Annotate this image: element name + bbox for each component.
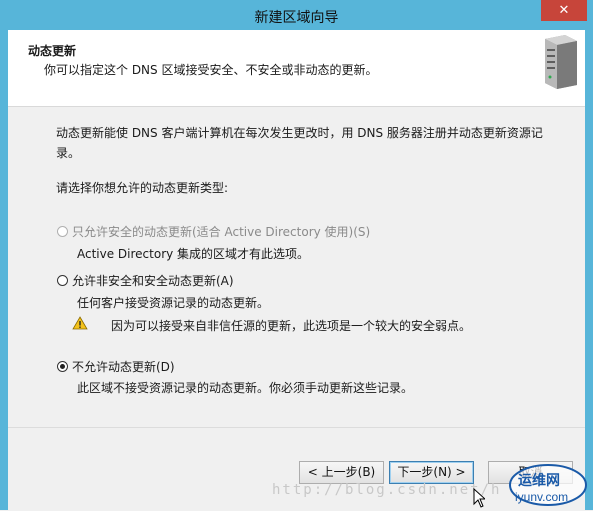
mouse-cursor-icon <box>473 488 485 508</box>
wizard-header: 动态更新 你可以指定这个 DNS 区域接受安全、不安全或非动态的更新。 <box>8 30 585 107</box>
wizard-footer: < 上一步(B) 下一步(N) > 取消 <box>8 427 585 511</box>
option-allow-all-label: 允许非安全和安全动态更新(A) <box>72 274 234 288</box>
option-secure-only-note: Active Directory 集成的区域才有此选项。 <box>77 247 310 261</box>
page-title: 动态更新 <box>28 44 77 58</box>
option-allow-all-note: 任何客户接受资源记录的动态更新。 <box>77 296 270 310</box>
radio-allow-all[interactable] <box>57 275 68 286</box>
logo-domain: iyunv.com <box>515 490 569 504</box>
option-no-updates-note: 此区域不接受资源记录的动态更新。你必须手动更新这些记录。 <box>77 381 414 395</box>
option-allow-all[interactable]: 允许非安全和安全动态更新(A) <box>57 272 234 289</box>
security-warning-text: 因为可以接受来自非信任源的更新，此选项是一个较大的安全弱点。 <box>111 319 472 333</box>
back-button[interactable]: < 上一步(B) <box>299 461 384 484</box>
radio-secure-only[interactable] <box>57 226 68 237</box>
option-secure-only-label: 只允许安全的动态更新(适合 Active Directory 使用)(S) <box>72 225 371 239</box>
page-subtitle: 你可以指定这个 DNS 区域接受安全、不安全或非动态的更新。 <box>44 63 378 77</box>
description-text: 动态更新能使 DNS 客户端计算机在每次发生更改时，用 DNS 服务器注册并动态… <box>56 126 543 160</box>
dialog-client: 动态更新 你可以指定这个 DNS 区域接受安全、不安全或非动态的更新。 动态更新… <box>8 30 585 511</box>
window-title: 新建区域向导 <box>254 10 339 26</box>
logo-text: 运维网 <box>518 472 560 488</box>
blog-watermark: http://blog.csdn.net/h <box>272 482 502 498</box>
radio-no-updates[interactable] <box>57 361 68 372</box>
warning-icon <box>72 316 88 330</box>
close-button[interactable]: ✕ <box>541 0 587 21</box>
prompt-label: 请选择你想允许的动态更新类型: <box>56 181 229 195</box>
option-no-updates-label: 不允许动态更新(D) <box>72 360 175 374</box>
next-button[interactable]: 下一步(N) > <box>389 461 474 484</box>
title-bar: 新建区域向导 ✕ <box>0 0 593 30</box>
server-icon <box>545 35 577 89</box>
wizard-window: 新建区域向导 ✕ 动态更新 你可以指定这个 DNS 区域接受安全、不安全或非动态… <box>0 0 593 511</box>
option-secure-only[interactable]: 只允许安全的动态更新(适合 Active Directory 使用)(S) <box>57 223 370 240</box>
option-no-updates[interactable]: 不允许动态更新(D) <box>57 358 175 375</box>
